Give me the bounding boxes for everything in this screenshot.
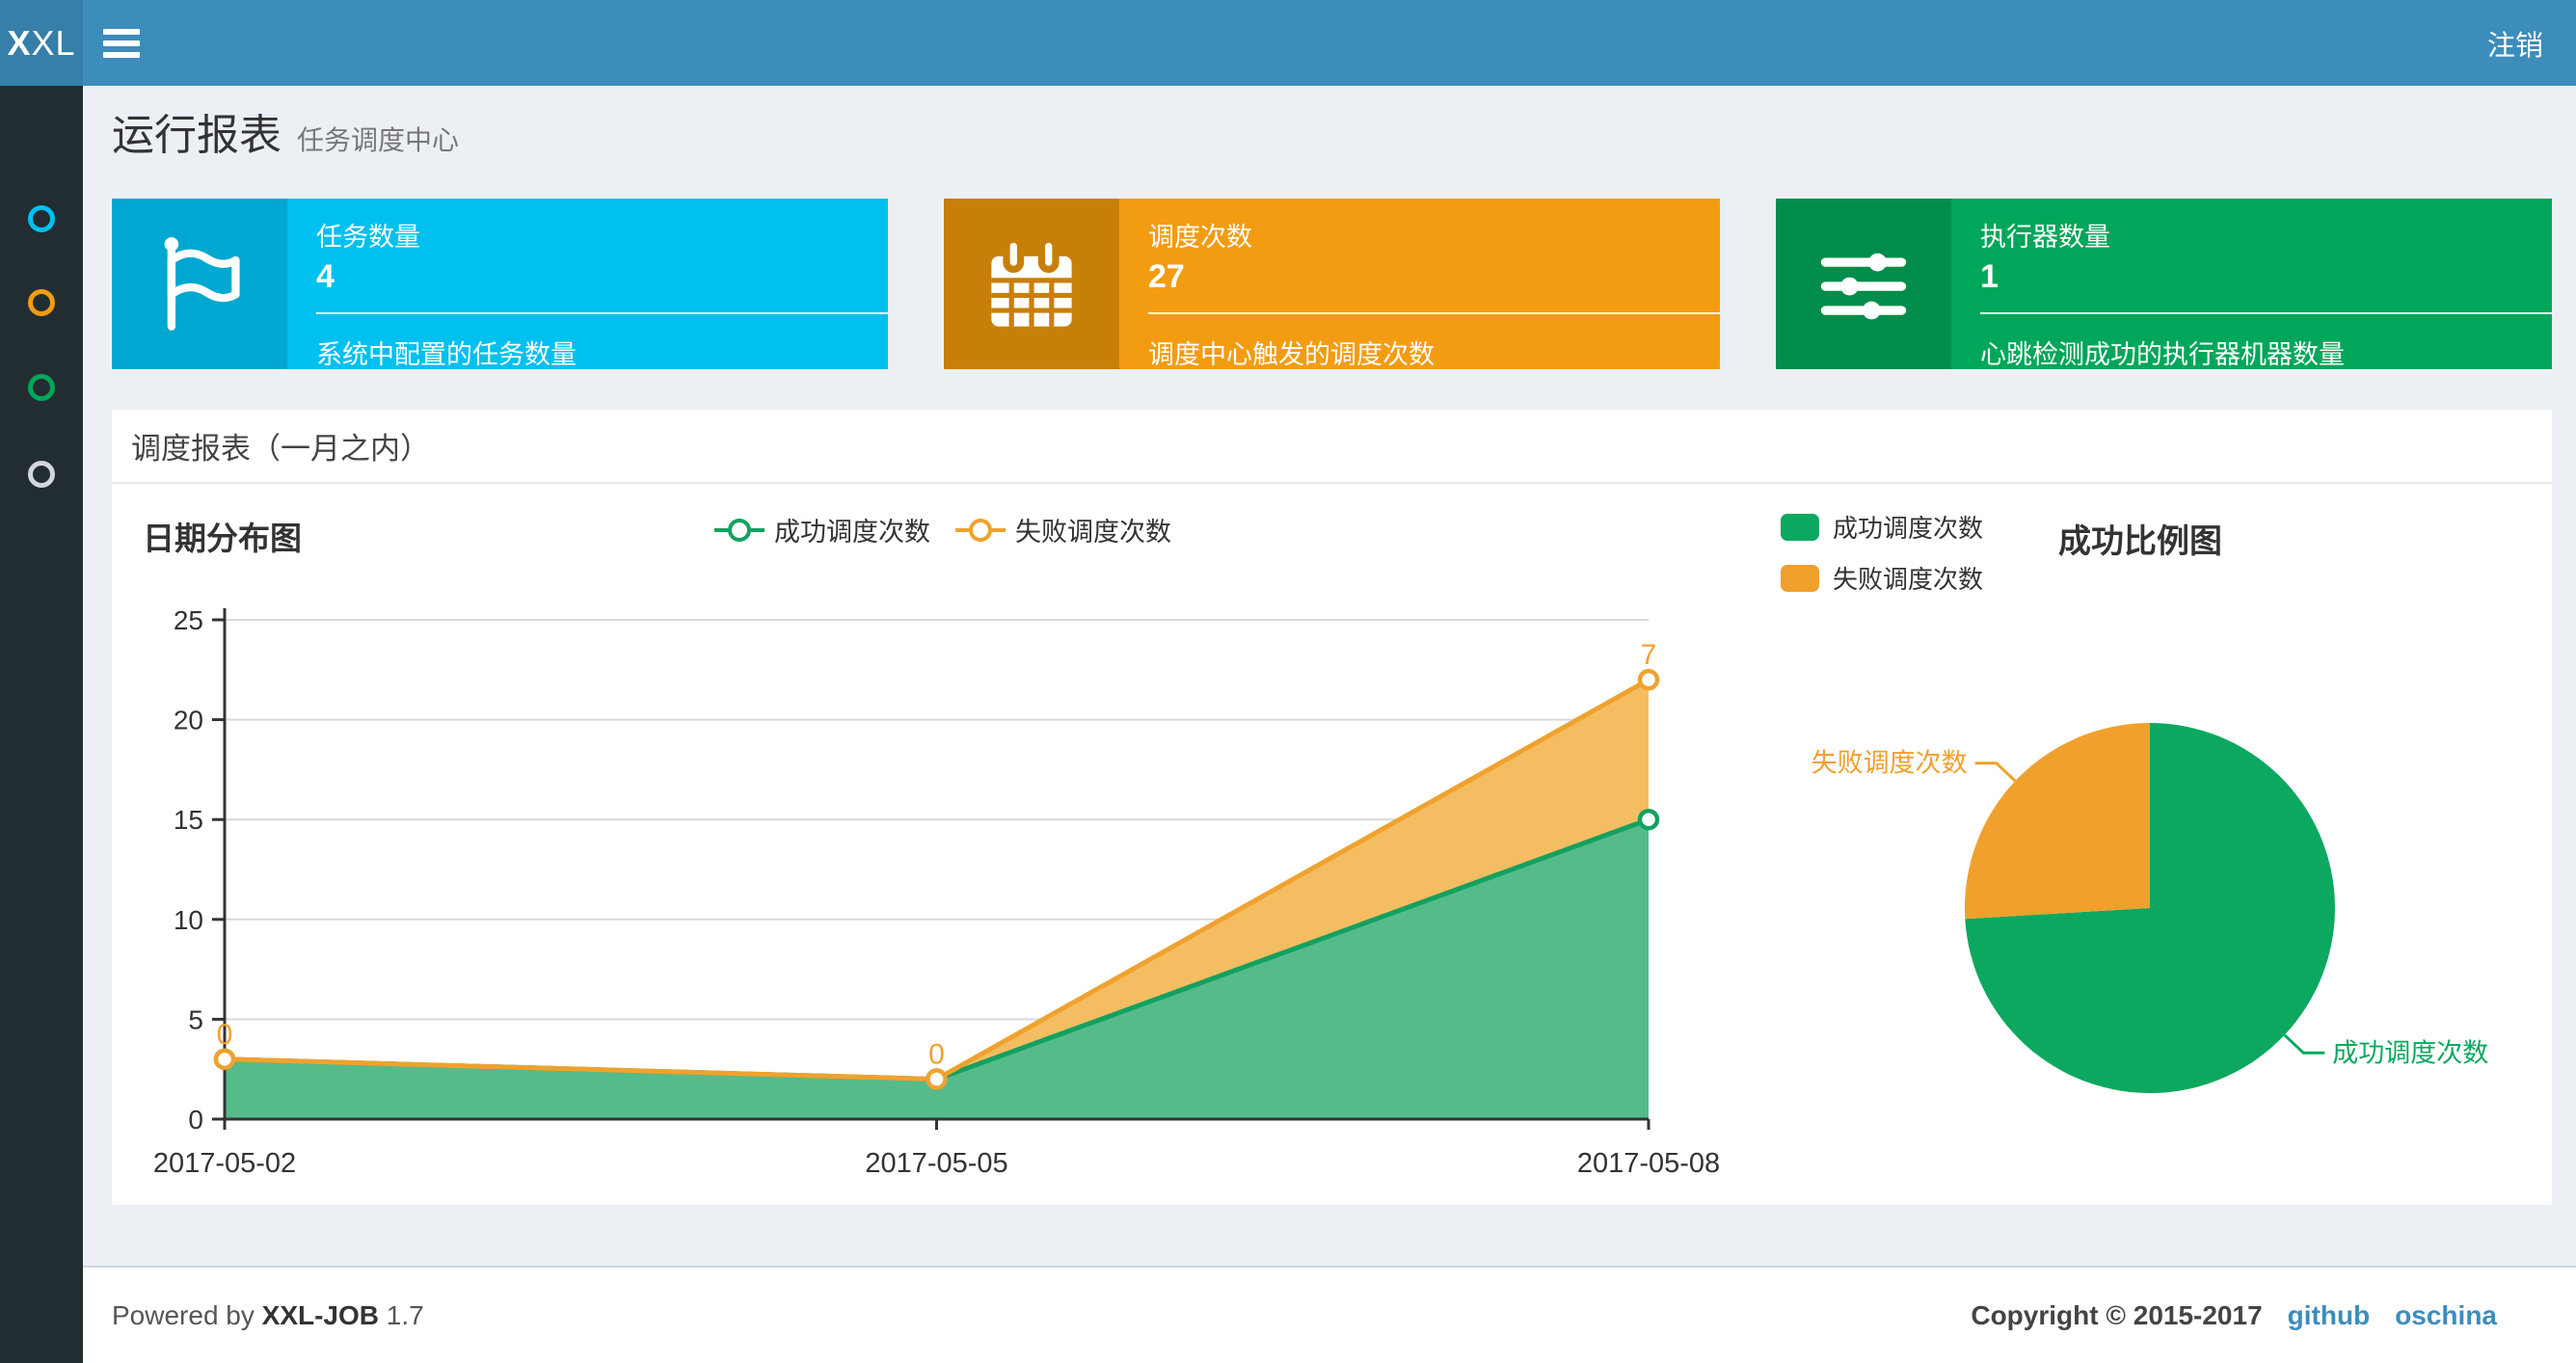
pie-slice-label: 失败调度次数 xyxy=(1811,749,1968,778)
flag-icon xyxy=(112,199,287,369)
stat-description: 系统中配置的任务数量 xyxy=(316,340,577,369)
product-name: XXL-JOB xyxy=(261,1299,380,1330)
oschina-link[interactable]: oschina xyxy=(2395,1300,2497,1331)
y-tick-label: 20 xyxy=(174,706,203,735)
top-navbar: X XL 注销 xyxy=(0,0,2576,86)
sidebar-item-log[interactable] xyxy=(0,359,83,416)
page-title: 运行报表 xyxy=(112,112,282,159)
circle-icon xyxy=(28,461,55,488)
data-label: 7 xyxy=(1641,639,1657,671)
sliders-icon xyxy=(1776,199,1951,369)
data-point-fail xyxy=(926,1068,948,1090)
product-version: 1.7 xyxy=(386,1299,424,1330)
y-tick-label: 10 xyxy=(174,905,203,935)
sidebar-item-executor[interactable] xyxy=(0,445,83,503)
data-point-fail xyxy=(1637,668,1660,691)
divider xyxy=(316,312,888,314)
app-logo[interactable]: X XL xyxy=(0,0,83,86)
stat-value: 27 xyxy=(1148,258,1185,295)
circle-icon xyxy=(28,289,55,316)
y-tick-label: 0 xyxy=(188,1105,203,1135)
stat-cards-row: 任务数量 4 系统中配置的任务数量 调度次数 27 调度中心触发的调度次数 执行… xyxy=(112,199,2552,369)
logo-text-bold: X xyxy=(7,22,32,63)
stat-label: 执行器数量 xyxy=(1980,223,2110,252)
divider xyxy=(1980,312,2552,314)
y-tick-label: 15 xyxy=(174,805,203,835)
data-point-success xyxy=(1637,808,1660,831)
stat-value: 1 xyxy=(1980,258,1999,295)
calendar-icon xyxy=(944,199,1119,369)
pie-slice xyxy=(1964,723,2150,920)
page-subtitle: 任务调度中心 xyxy=(297,125,460,155)
x-tick-label: 2017-05-05 xyxy=(865,1148,1007,1179)
stat-card-executors: 执行器数量 1 心跳检测成功的执行器机器数量 xyxy=(1776,199,2552,369)
sidebar-toggle-button[interactable] xyxy=(83,0,160,86)
powered-by: Powered by XXL-JOB 1.7 xyxy=(112,1299,424,1330)
sidebar-item-jobs[interactable] xyxy=(0,274,83,332)
stat-value: 4 xyxy=(316,258,335,295)
panel-title: 调度报表（一月之内） xyxy=(112,410,2552,484)
charts-canvas[interactable]: 05101520252017-05-02 2017-05-05 2017-05-08… xyxy=(112,484,2552,1203)
divider xyxy=(1148,312,1720,314)
stat-label: 调度次数 xyxy=(1148,223,1252,252)
pie-label-line xyxy=(2283,1033,2325,1055)
content-header: 运行报表 任务调度中心 xyxy=(112,100,459,162)
stat-card-jobs: 任务数量 4 系统中配置的任务数量 xyxy=(112,199,888,369)
report-panel: 调度报表（一月之内） 日期分布图 成功调度次数 失败调度次数 成功调度次数 失败… xyxy=(112,410,2552,1205)
pie-slice-label: 成功调度次数 xyxy=(2332,1038,2488,1067)
sidebar xyxy=(0,86,83,1363)
data-label: 0 xyxy=(217,1019,233,1051)
logout-link[interactable]: 注销 xyxy=(2455,0,2576,86)
stat-card-triggers: 调度次数 27 调度中心触发的调度次数 xyxy=(944,199,1720,369)
github-link[interactable]: github xyxy=(2288,1300,2371,1331)
circle-icon xyxy=(28,374,55,401)
pie-label-line xyxy=(1974,762,2017,783)
data-point-fail xyxy=(213,1048,236,1071)
x-tick-label: 2017-05-02 xyxy=(153,1148,296,1179)
y-tick-label: 5 xyxy=(188,1004,203,1034)
copyright-text: Copyright © 2015-2017 xyxy=(1971,1299,2263,1330)
x-tick-label: 2017-05-08 xyxy=(1577,1148,1720,1179)
y-tick-label: 25 xyxy=(174,605,203,635)
logo-text: XL xyxy=(31,22,76,63)
stat-label: 任务数量 xyxy=(316,223,420,252)
circle-icon xyxy=(28,205,55,232)
hamburger-icon xyxy=(103,28,140,35)
sidebar-item-report[interactable] xyxy=(0,190,83,248)
stat-description: 心跳检测成功的执行器机器数量 xyxy=(1980,340,2345,369)
page-footer: Powered by XXL-JOB 1.7 Copyright © 2015-… xyxy=(83,1266,2576,1363)
stat-description: 调度中心触发的调度次数 xyxy=(1148,340,1435,369)
data-label: 0 xyxy=(928,1039,945,1071)
